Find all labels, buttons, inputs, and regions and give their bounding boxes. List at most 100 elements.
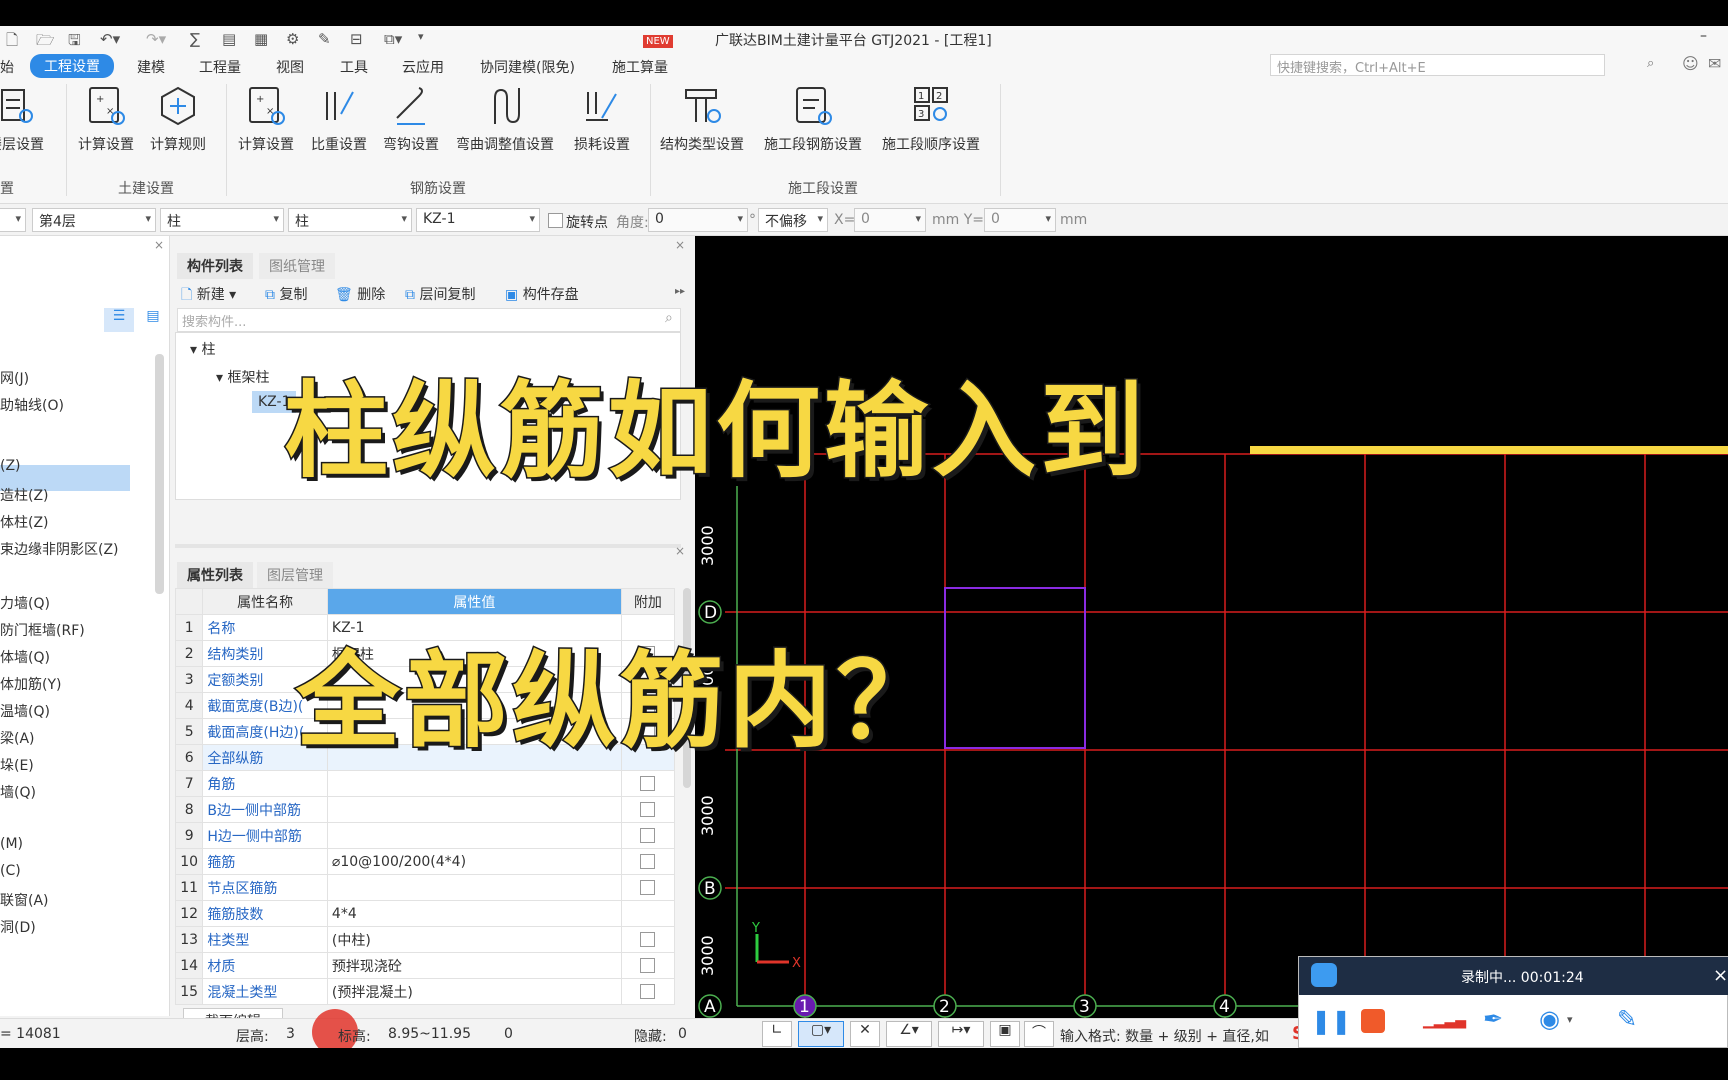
nav-item[interactable]: 体柱(Z) <box>0 512 49 532</box>
property-row[interactable]: 9 H边一侧中部筋 <box>174 822 676 849</box>
component-search-input[interactable]: 搜索构件... <box>177 308 681 332</box>
search-icon[interactable]: ⌕ <box>1647 56 1654 71</box>
nav-item[interactable]: 力墙(Q) <box>0 593 50 613</box>
stop-icon[interactable] <box>1361 1009 1385 1033</box>
category-dropdown[interactable]: 柱 <box>160 208 284 232</box>
tab-layer-management[interactable]: 图层管理 <box>257 562 333 588</box>
nav-item[interactable]: 助轴线(O) <box>0 395 64 415</box>
nav-item[interactable]: 垛(E) <box>0 755 34 775</box>
nav-item[interactable]: 束边缘非阴影区(Z) <box>0 539 119 559</box>
close-panel-icon[interactable]: × <box>154 238 164 252</box>
tab-drawing-management[interactable]: 图纸管理 <box>259 253 335 279</box>
property-value[interactable] <box>326 822 622 849</box>
x-offset-input[interactable]: 0 <box>854 208 926 232</box>
loss-settings-button[interactable]: 损耗设置 <box>574 80 630 154</box>
section-rebar-settings-button[interactable]: 施工段钢筋设置 <box>764 80 862 154</box>
component-dropdown[interactable]: KZ-1 <box>416 208 540 232</box>
redo-icon[interactable]: ↷▾ <box>146 30 166 48</box>
hook-settings-button[interactable]: 弯钩设置 <box>383 80 439 154</box>
nav-item[interactable]: (C) <box>0 863 21 879</box>
extra-checkbox[interactable] <box>640 776 656 791</box>
rotate-point-checkbox[interactable] <box>548 212 563 228</box>
type-dropdown[interactable]: 柱 <box>288 208 412 232</box>
extra-checkbox[interactable] <box>640 854 656 869</box>
nav-item[interactable]: 网(J) <box>0 368 29 388</box>
arc-icon[interactable]: ⌒ <box>1024 1021 1054 1047</box>
extra-checkbox[interactable] <box>640 984 656 999</box>
property-row[interactable]: 8 B边一侧中部筋 <box>174 796 676 823</box>
layer-dropdown[interactable] <box>0 208 26 232</box>
minimize-button[interactable]: – <box>1700 28 1707 44</box>
tab-component-list[interactable]: 构件列表 <box>177 253 253 279</box>
extra-checkbox[interactable] <box>640 828 656 843</box>
extra-checkbox[interactable] <box>640 880 656 895</box>
webcam-dropdown-icon[interactable]: ▾ <box>1567 1013 1573 1026</box>
property-row[interactable]: 12 箍筋肢数 4*4 <box>174 900 676 927</box>
nav-scrollbar[interactable] <box>155 354 164 594</box>
nav-item[interactable]: 温墙(Q) <box>0 701 50 721</box>
menu-item-collab[interactable]: 协同建模(限免) <box>480 57 575 77</box>
property-row[interactable]: 14 材质 预拌现浇砼 <box>174 952 676 979</box>
floor-dropdown[interactable]: 第4层 <box>32 208 156 232</box>
property-value[interactable] <box>326 770 622 797</box>
floor-copy-button[interactable]: ⧉ 层间复制 <box>405 284 475 304</box>
user-icon[interactable]: ☺ <box>1682 54 1699 73</box>
undo-icon[interactable]: ↶▾ <box>100 30 120 48</box>
chat-icon[interactable]: ✉ <box>1708 54 1721 73</box>
property-value[interactable]: (预拌混凝土) <box>326 978 622 1005</box>
menu-item-tools[interactable]: 工具 <box>340 57 368 77</box>
list-view-icon[interactable]: ☰ <box>104 308 134 332</box>
shortcut-search-input[interactable]: 快捷键搜索，Ctrl+Alt+E <box>1270 54 1605 76</box>
edit-icon[interactable]: ✎ <box>1617 1005 1637 1033</box>
property-value[interactable]: (中柱) <box>326 926 622 953</box>
copy-component-button[interactable]: ⧉ 复制 <box>265 284 307 304</box>
close-property-panel-icon[interactable]: × <box>675 544 685 558</box>
detail-view-icon[interactable]: ▤ <box>140 308 166 332</box>
pen-marker-icon[interactable]: ✒ <box>1483 1005 1503 1033</box>
property-value[interactable]: 4*4 <box>326 900 622 927</box>
property-value[interactable] <box>326 874 622 901</box>
tree-node-column[interactable]: ▾ 柱 <box>190 339 215 359</box>
snap-icon[interactable]: ▢▾ <box>798 1021 844 1047</box>
extra-checkbox[interactable] <box>640 958 656 973</box>
dim-icon[interactable]: ↦▾ <box>938 1021 984 1047</box>
ruler-icon[interactable]: ⊟ <box>350 30 363 48</box>
nav-item[interactable]: 墙(Q) <box>0 782 36 802</box>
menu-item-cloud[interactable]: 云应用 <box>402 57 444 77</box>
property-value[interactable] <box>326 796 622 823</box>
weight-settings-button[interactable]: 比重设置 <box>311 80 367 154</box>
cross-icon[interactable]: ✕ <box>850 1021 880 1047</box>
tab-property-list[interactable]: 属性列表 <box>177 562 253 588</box>
property-row[interactable]: 10 箍筋 ⌀10@100/200(4*4) <box>174 848 676 875</box>
nav-item[interactable]: 防门框墙(RF) <box>0 620 85 640</box>
menu-item-project-settings[interactable]: 工程设置 <box>30 54 114 78</box>
section-order-settings-button[interactable]: 1 2 3 施工段顺序设置 <box>882 80 980 154</box>
structure-type-settings-button[interactable]: 结构类型设置 <box>660 80 744 154</box>
grid-table-icon[interactable]: ▦ <box>254 30 268 48</box>
nav-item[interactable]: (Z) <box>0 458 21 474</box>
property-value[interactable]: ⌀10@100/200(4*4) <box>326 848 622 875</box>
civil-calc-settings-button[interactable]: + × 计算设置 <box>78 80 134 154</box>
webcam-icon[interactable]: ◉ <box>1539 1005 1560 1033</box>
nav-item[interactable]: 体加筋(Y) <box>0 674 61 694</box>
ortho-icon[interactable]: ∟ <box>762 1021 792 1047</box>
nav-item[interactable]: 梁(A) <box>0 728 35 748</box>
settings-grid-icon[interactable]: ⚙ <box>286 30 299 48</box>
nav-item[interactable]: 造柱(Z) <box>0 485 49 505</box>
close-component-panel-icon[interactable]: × <box>675 238 685 252</box>
component-search-icon[interactable]: ⌕ <box>665 310 673 326</box>
sum-icon[interactable]: ∑ <box>190 30 200 48</box>
nav-item[interactable]: 体墙(Q) <box>0 647 50 667</box>
y-offset-input[interactable]: 0 <box>984 208 1056 232</box>
copy-window-icon[interactable]: ⧉▾ <box>384 30 402 48</box>
nav-item[interactable]: 联窗(A) <box>0 890 49 910</box>
menu-item-modeling[interactable]: 建模 <box>137 57 165 77</box>
recorder-close-button[interactable]: × <box>1713 965 1728 986</box>
extra-checkbox[interactable] <box>640 932 656 947</box>
angle-input[interactable]: 0 <box>648 208 748 232</box>
nav-item[interactable]: (M) <box>0 836 23 852</box>
rebar-calc-settings-button[interactable]: + × 计算设置 <box>238 80 294 154</box>
menu-item-construction[interactable]: 施工算量 <box>612 57 668 77</box>
property-row[interactable]: 13 柱类型 (中柱) <box>174 926 676 953</box>
more-icon[interactable]: ▸▸ <box>675 286 685 297</box>
